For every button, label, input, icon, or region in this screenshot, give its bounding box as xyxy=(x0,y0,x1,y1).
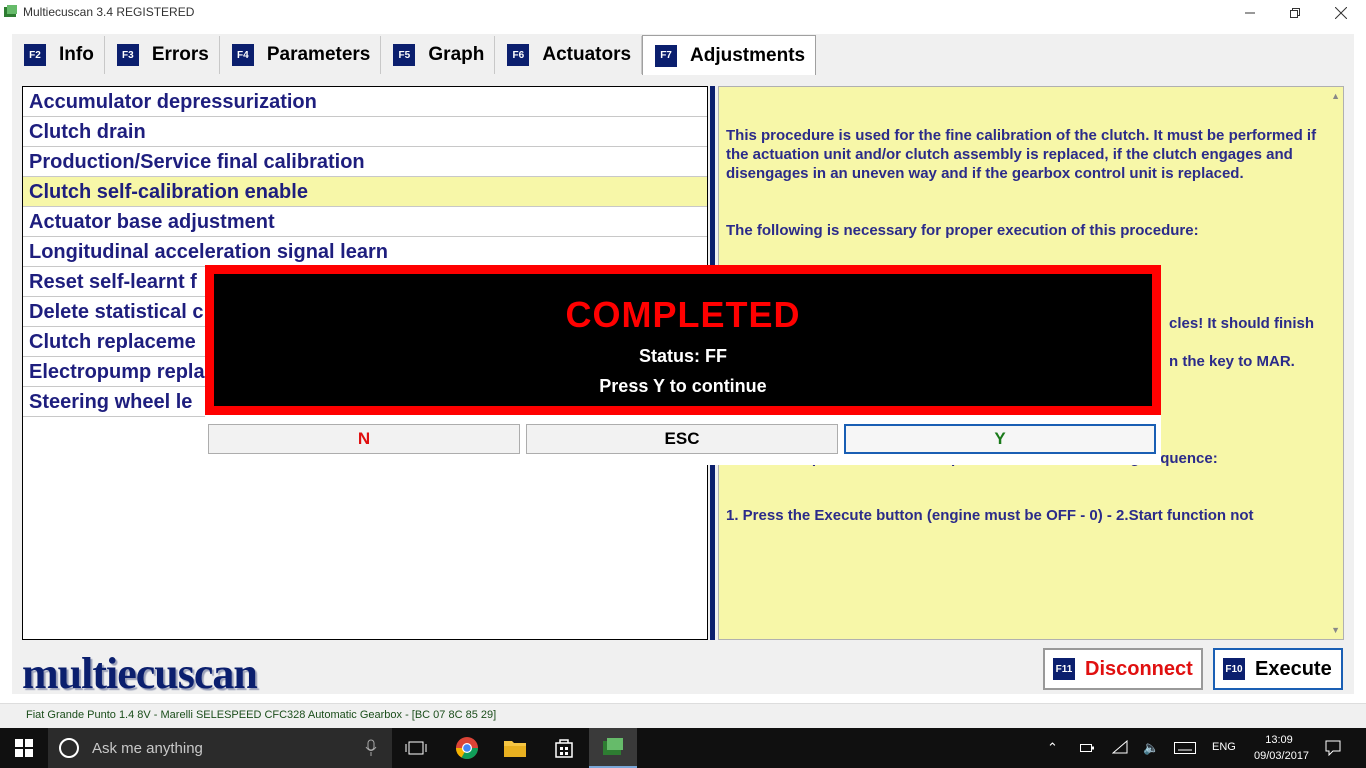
fkey-badge: F7 xyxy=(655,44,678,67)
tab-adjustments[interactable]: F7 Adjustments xyxy=(642,35,817,75)
tab-bar: F2 Info F3 Errors F4 Parameters F5 Graph… xyxy=(12,35,817,75)
fkey-badge: F4 xyxy=(231,44,254,66)
execute-button[interactable]: F10 Execute xyxy=(1213,648,1343,690)
volume-icon[interactable]: 🔈 xyxy=(1143,740,1159,756)
disconnect-button[interactable]: F11 Disconnect xyxy=(1043,648,1203,690)
desc-line: 1. Press the Execute button (engine must… xyxy=(726,507,1254,524)
title-bar: Multiecuscan 3.4 REGISTERED xyxy=(0,0,1366,26)
scroll-down-icon[interactable]: ▼ xyxy=(1331,625,1340,635)
scroll-up-icon[interactable]: ▲ xyxy=(1331,91,1340,101)
fkey-badge: F10 xyxy=(1223,658,1245,680)
restore-icon xyxy=(1290,8,1300,18)
fkey-badge: F3 xyxy=(116,44,139,66)
desc-line: This procedure is used for the fine cali… xyxy=(726,127,1321,182)
folder-icon xyxy=(504,741,526,757)
multiecuscan-taskbar-button[interactable] xyxy=(589,728,637,768)
task-view-icon xyxy=(405,741,427,755)
desc-fragment: cles! It should finish xyxy=(1169,315,1315,332)
file-explorer-button[interactable] xyxy=(491,728,539,768)
dialog-title: COMPLETED xyxy=(565,294,801,335)
restore-button[interactable] xyxy=(1272,0,1318,26)
close-icon xyxy=(1335,7,1347,19)
search-placeholder: Ask me anything xyxy=(92,739,203,757)
system-clock[interactable]: 13:09 09/03/2017 xyxy=(1254,732,1310,764)
list-item[interactable]: Longitudinal acceleration signal learn xyxy=(23,237,707,267)
status-bar: Fiat Grande Punto 1.4 8V - Marelli SELES… xyxy=(0,703,1366,728)
yes-button[interactable]: Y xyxy=(844,424,1156,454)
taskbar-search[interactable]: Ask me anything xyxy=(48,728,392,768)
no-button[interactable]: N xyxy=(208,424,520,454)
cortana-icon xyxy=(59,738,79,758)
chrome-button[interactable] xyxy=(443,728,491,768)
disconnect-label: Disconnect xyxy=(1085,657,1193,680)
execute-label: Execute xyxy=(1255,657,1332,680)
desc-fragment: n the key to MAR. xyxy=(1169,353,1295,370)
minimize-button[interactable] xyxy=(1227,0,1273,26)
multiecuscan-icon xyxy=(603,738,623,755)
task-view-button[interactable] xyxy=(392,728,440,768)
dialog-status: Status: FF xyxy=(639,346,727,366)
dialog-prompt: Press Y to continue xyxy=(599,376,767,396)
tab-label: Info xyxy=(59,44,94,65)
fkey-badge: F11 xyxy=(1053,658,1075,680)
dialog-button-row: N ESC Y xyxy=(205,415,1161,465)
store-button[interactable] xyxy=(540,728,588,768)
tab-label: Actuators xyxy=(542,44,632,65)
tab-actuators[interactable]: F6 Actuators xyxy=(495,36,643,74)
tab-graph[interactable]: F5 Graph xyxy=(381,36,496,74)
app-window: Multiecuscan 3.4 REGISTERED F2 Info F3 E… xyxy=(0,0,1366,728)
taskbar: Ask me anything ⌃ 🔈 ENG 13:09 09/03/2017 xyxy=(0,728,1366,768)
fkey-badge: F2 xyxy=(24,44,46,66)
tab-errors[interactable]: F3 Errors xyxy=(104,36,220,74)
app-icon xyxy=(4,5,17,17)
tab-label: Parameters xyxy=(266,44,371,65)
list-item[interactable]: Accumulator depressurization xyxy=(23,87,707,117)
tab-info[interactable]: F2 Info xyxy=(12,36,105,74)
fkey-badge: F5 xyxy=(393,44,416,66)
keyboard-icon[interactable] xyxy=(1174,742,1196,754)
microphone-icon[interactable] xyxy=(364,739,378,757)
chrome-icon xyxy=(456,737,478,759)
list-item[interactable]: Actuator base adjustment xyxy=(23,207,707,237)
tab-label: Adjustments xyxy=(690,44,806,66)
completed-dialog: COMPLETED Status: FF Press Y to continue xyxy=(205,265,1161,415)
windows-icon xyxy=(15,739,33,757)
start-button[interactable] xyxy=(0,728,48,768)
esc-button[interactable]: ESC xyxy=(526,424,838,454)
language-indicator[interactable]: ENG xyxy=(1212,741,1236,753)
chevron-up-icon[interactable]: ⌃ xyxy=(1047,740,1058,756)
minimize-icon xyxy=(1245,12,1255,14)
battery-icon[interactable] xyxy=(1080,742,1094,754)
clock-date: 09/03/2017 xyxy=(1254,750,1310,762)
list-item[interactable]: Clutch drain xyxy=(23,117,707,147)
multiecuscan-logo: multiecuscan xyxy=(22,649,258,698)
window-title: Multiecuscan 3.4 REGISTERED xyxy=(23,5,195,19)
list-item[interactable]: Production/Service final calibration xyxy=(23,147,707,177)
tab-label: Errors xyxy=(151,44,209,65)
desc-line: The following is necessary for proper ex… xyxy=(726,222,1199,239)
tab-parameters[interactable]: F4 Parameters xyxy=(219,36,382,74)
store-icon xyxy=(555,739,573,758)
list-item-selected[interactable]: Clutch self-calibration enable xyxy=(23,177,707,207)
tab-label: Graph xyxy=(428,44,485,65)
close-button[interactable] xyxy=(1318,0,1364,26)
notification-icon[interactable] xyxy=(1325,740,1341,756)
clock-time: 13:09 xyxy=(1265,734,1293,746)
fkey-badge: F6 xyxy=(507,44,530,66)
vehicle-status: Fiat Grande Punto 1.4 8V - Marelli SELES… xyxy=(26,709,497,721)
wifi-icon[interactable] xyxy=(1112,740,1128,754)
